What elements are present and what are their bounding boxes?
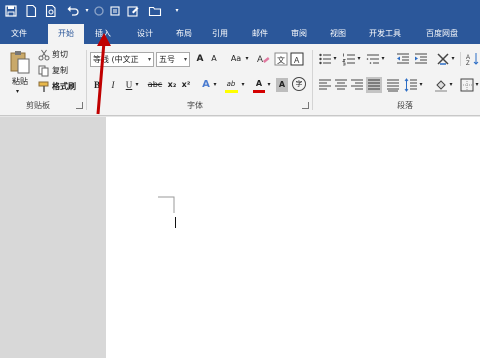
annotation-arrow	[96, 33, 111, 115]
